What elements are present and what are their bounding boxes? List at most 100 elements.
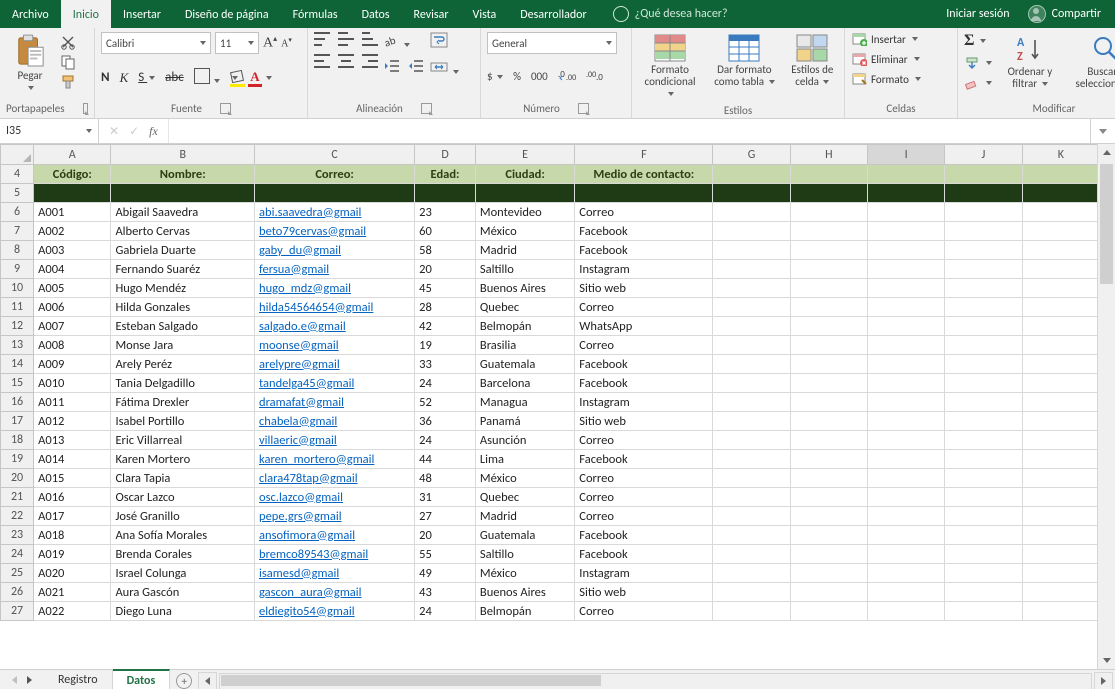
cell[interactable]: Instagram xyxy=(575,260,713,279)
cell[interactable]: Facebook xyxy=(575,241,713,260)
row-header[interactable]: 7 xyxy=(1,222,34,241)
cell[interactable]: karen_mortero@gmail xyxy=(255,450,415,469)
cell[interactable] xyxy=(867,488,944,507)
cell[interactable]: 42 xyxy=(415,317,476,336)
cell[interactable] xyxy=(1022,184,1097,203)
cell[interactable]: Karen Mortero xyxy=(111,450,255,469)
cell[interactable] xyxy=(945,336,1022,355)
cell[interactable]: 20 xyxy=(415,260,476,279)
cell[interactable] xyxy=(255,184,415,203)
column-header[interactable]: B xyxy=(111,145,255,165)
cell[interactable]: fersua@gmail xyxy=(255,260,415,279)
cell[interactable]: isamesd@gmail xyxy=(255,564,415,583)
cell[interactable]: abi.saavedra@gmail xyxy=(255,203,415,222)
cell[interactable]: beto79cervas@gmail xyxy=(255,222,415,241)
cell[interactable] xyxy=(1022,279,1097,298)
cell[interactable] xyxy=(790,393,867,412)
cell[interactable]: A002 xyxy=(34,222,111,241)
cell[interactable]: Instagram xyxy=(575,564,713,583)
cell[interactable] xyxy=(867,336,944,355)
align-center-button[interactable] xyxy=(338,54,354,68)
cell[interactable]: 31 xyxy=(415,488,476,507)
cell[interactable] xyxy=(790,222,867,241)
cell[interactable] xyxy=(945,279,1022,298)
spreadsheet-grid[interactable]: ABCDEFGHIJK 4Código:Nombre:Correo:Edad:C… xyxy=(0,144,1097,621)
cell[interactable] xyxy=(945,374,1022,393)
cell[interactable]: salgado.e@gmail xyxy=(255,317,415,336)
sheet-tab-registro[interactable]: Registro xyxy=(44,670,113,689)
cell[interactable]: Israel Colunga xyxy=(111,564,255,583)
cell[interactable] xyxy=(1022,564,1097,583)
cell[interactable]: Correo xyxy=(575,488,713,507)
cell[interactable] xyxy=(867,165,944,184)
cell[interactable]: Ana Sofía Morales xyxy=(111,526,255,545)
cell[interactable]: Hugo Mendéz xyxy=(111,279,255,298)
cell[interactable]: Belmopán xyxy=(475,317,574,336)
increase-indent-button[interactable] xyxy=(408,59,424,76)
tab-review[interactable]: Revisar xyxy=(402,0,461,28)
column-header[interactable]: I xyxy=(867,145,944,165)
cell[interactable]: Facebook xyxy=(575,545,713,564)
cell[interactable]: hilda54564654@gmail xyxy=(255,298,415,317)
percent-format-button[interactable]: % xyxy=(513,70,521,83)
clear-button[interactable] xyxy=(964,76,992,90)
cell[interactable] xyxy=(867,222,944,241)
cell[interactable]: 49 xyxy=(415,564,476,583)
alignment-dialog-launcher[interactable] xyxy=(421,103,432,114)
row-header[interactable]: 8 xyxy=(1,241,34,260)
cell[interactable]: A001 xyxy=(34,203,111,222)
cell[interactable]: Facebook xyxy=(575,374,713,393)
cell[interactable] xyxy=(713,507,790,526)
cell[interactable]: A007 xyxy=(34,317,111,336)
cell[interactable]: A020 xyxy=(34,564,111,583)
cancel-formula-button[interactable]: ✕ xyxy=(109,124,119,139)
cell[interactable] xyxy=(867,583,944,602)
cell[interactable]: Madrid xyxy=(475,507,574,526)
cell[interactable] xyxy=(1022,298,1097,317)
row-header[interactable]: 20 xyxy=(1,469,34,488)
cell[interactable] xyxy=(945,545,1022,564)
cell[interactable]: 24 xyxy=(415,602,476,621)
row-header[interactable]: 12 xyxy=(1,317,34,336)
cell[interactable] xyxy=(790,583,867,602)
cell[interactable] xyxy=(1022,317,1097,336)
cell[interactable]: Buenos Aires xyxy=(475,583,574,602)
cell[interactable]: Instagram xyxy=(575,393,713,412)
delete-cells-button[interactable]: Eliminar xyxy=(851,52,921,66)
cell[interactable]: Correo: xyxy=(255,165,415,184)
cell[interactable] xyxy=(1022,602,1097,621)
cell[interactable] xyxy=(945,184,1022,203)
column-header[interactable]: J xyxy=(945,145,1022,165)
cell[interactable]: Facebook xyxy=(575,526,713,545)
cell[interactable] xyxy=(713,488,790,507)
cell[interactable] xyxy=(867,507,944,526)
cell[interactable] xyxy=(945,526,1022,545)
row-header[interactable]: 25 xyxy=(1,564,34,583)
format-cells-button[interactable]: Formato xyxy=(851,72,921,86)
cell[interactable]: A010 xyxy=(34,374,111,393)
cell[interactable] xyxy=(713,469,790,488)
font-size-select[interactable]: 11 xyxy=(215,32,259,54)
cell[interactable] xyxy=(713,260,790,279)
insert-function-button[interactable]: fx xyxy=(149,124,158,139)
tab-file[interactable]: Archivo xyxy=(0,0,61,28)
cell[interactable] xyxy=(1022,241,1097,260)
cell[interactable]: A006 xyxy=(34,298,111,317)
font-name-select[interactable]: Calibri xyxy=(101,32,211,54)
cell[interactable]: Medio de contacto: xyxy=(575,165,713,184)
align-left-button[interactable] xyxy=(314,54,330,68)
row-header[interactable]: 9 xyxy=(1,260,34,279)
cell[interactable] xyxy=(867,545,944,564)
cell[interactable] xyxy=(790,260,867,279)
cell[interactable]: A011 xyxy=(34,393,111,412)
horizontal-scrollbar[interactable] xyxy=(219,673,1092,689)
cell[interactable]: José Granillo xyxy=(111,507,255,526)
cell[interactable] xyxy=(790,526,867,545)
cell[interactable] xyxy=(945,165,1022,184)
row-header[interactable]: 22 xyxy=(1,507,34,526)
autosum-button[interactable]: Σ xyxy=(964,32,992,50)
cell[interactable]: Facebook xyxy=(575,222,713,241)
row-header[interactable]: 16 xyxy=(1,393,34,412)
cell[interactable] xyxy=(713,298,790,317)
row-header[interactable]: 13 xyxy=(1,336,34,355)
